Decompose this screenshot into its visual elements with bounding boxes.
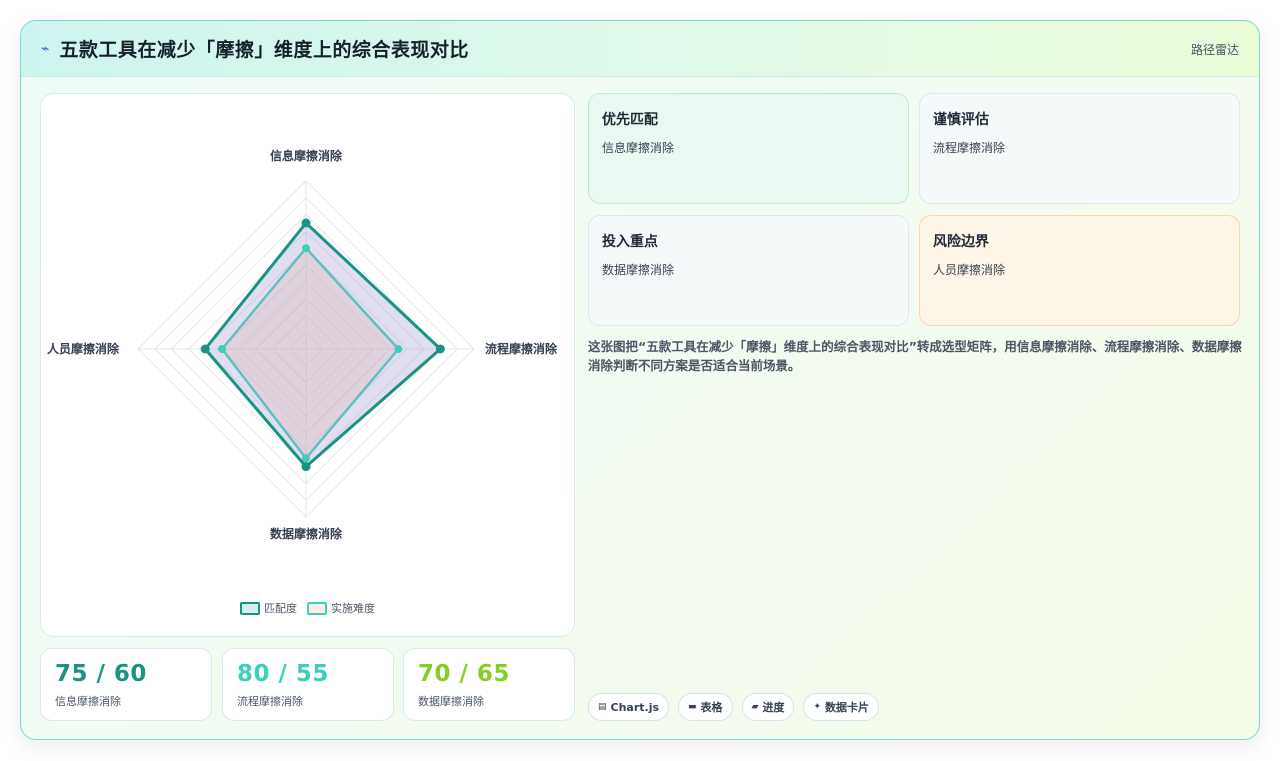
card-cautious-eval: 谨慎评估 流程摩擦消除 bbox=[919, 93, 1240, 204]
header-tag: 路径雷达 bbox=[1190, 43, 1239, 57]
stat-label: 数据摩擦消除 bbox=[418, 695, 484, 708]
card-risk-boundary: 风险边界 人员摩擦消除 bbox=[919, 215, 1240, 326]
radar-chart: 信息摩擦消除流程摩擦消除数据摩擦消除 人员摩擦消除 bbox=[47, 148, 558, 541]
radar-chart-panel: 信息摩擦消除流程摩擦消除数据摩擦消除 人员摩擦消除 匹配度 实施难度 bbox=[40, 93, 575, 637]
chart-icon: ▤ bbox=[598, 702, 607, 712]
chip-table[interactable]: ▬ 表格 bbox=[678, 693, 733, 721]
stat-card-info: 75 / 60 信息摩擦消除 bbox=[40, 648, 212, 721]
description-text: 这张图把“五款工具在减少「摩擦」维度上的综合表现对比”转成选型矩阵，用信息摩擦消… bbox=[588, 339, 1242, 373]
tech-chips: ▤ Chart.js ▬ 表格 ▰ 进度 ✦ 数据卡片 bbox=[588, 693, 880, 721]
series-area-match bbox=[203, 221, 442, 469]
stat-card-data: 70 / 65 数据摩擦消除 bbox=[403, 648, 575, 721]
stat-value: 75 / 60 bbox=[55, 661, 147, 687]
main-card: ⌁ 五款工具在减少「摩擦」维度上的综合表现对比 路径雷达 信息摩擦消除流程摩擦消… bbox=[20, 20, 1260, 740]
legend-swatch-match bbox=[240, 601, 260, 615]
card-priority-match: 优先匹配 信息摩擦消除 bbox=[588, 93, 909, 204]
stat-value: 70 / 65 bbox=[418, 661, 510, 687]
chip-label: Chart.js bbox=[610, 700, 660, 714]
card-title: 优先匹配 bbox=[602, 112, 658, 128]
legend-item-match[interactable]: 匹配度 bbox=[240, 600, 297, 616]
chip-label: 数据卡片 bbox=[825, 701, 870, 714]
page-title: 五款工具在减少「摩擦」维度上的综合表现对比 bbox=[59, 39, 469, 61]
card-desc: 信息摩擦消除 bbox=[602, 141, 675, 155]
sparkle-icon: ✦ bbox=[813, 702, 822, 712]
card-title: 风险边界 bbox=[933, 234, 989, 250]
data-point bbox=[218, 345, 226, 353]
chip-progress[interactable]: ▰ 进度 bbox=[741, 693, 795, 721]
chip-label: 进度 bbox=[762, 701, 785, 714]
data-point bbox=[200, 344, 210, 354]
legend-label-difficulty: 实施难度 bbox=[331, 602, 375, 615]
card-desc: 数据摩擦消除 bbox=[602, 263, 675, 277]
data-point bbox=[435, 344, 445, 354]
data-point bbox=[301, 218, 311, 228]
card-desc: 流程摩擦消除 bbox=[933, 141, 1006, 155]
table-icon: ▬ bbox=[688, 702, 697, 712]
zigzag-icon: ⌁ bbox=[41, 40, 50, 57]
card-investment-focus: 投入重点 数据摩擦消除 bbox=[588, 215, 909, 326]
progress-icon: ▰ bbox=[751, 702, 759, 712]
legend-label-match: 匹配度 bbox=[264, 602, 297, 615]
data-point bbox=[301, 462, 311, 472]
stat-card-process: 80 / 55 流程摩擦消除 bbox=[222, 648, 394, 721]
legend-swatch-difficulty bbox=[307, 601, 327, 615]
stat-label: 信息摩擦消除 bbox=[55, 695, 121, 708]
axis-label: 信息摩擦消除 bbox=[270, 148, 343, 163]
chip-data-card[interactable]: ✦ 数据卡片 bbox=[803, 693, 880, 721]
card-desc: 人员摩擦消除 bbox=[933, 263, 1006, 277]
data-point bbox=[302, 244, 310, 253]
chart-legend: 匹配度 实施难度 bbox=[41, 600, 574, 616]
data-point bbox=[302, 454, 310, 463]
card-title: 投入重点 bbox=[602, 234, 658, 250]
stat-value: 80 / 55 bbox=[237, 661, 329, 687]
legend-item-difficulty[interactable]: 实施难度 bbox=[307, 600, 375, 616]
chip-label: 表格 bbox=[700, 701, 723, 714]
header: ⌁ 五款工具在减少「摩擦」维度上的综合表现对比 路径雷达 bbox=[21, 21, 1259, 77]
axis-label: 数据摩擦消除 bbox=[270, 526, 343, 541]
axis-label: 流程摩擦消除 bbox=[485, 341, 558, 356]
chip-chartjs[interactable]: ▤ Chart.js bbox=[588, 693, 670, 721]
data-point bbox=[394, 345, 403, 353]
card-title: 谨慎评估 bbox=[933, 112, 989, 128]
stat-label: 流程摩擦消除 bbox=[237, 695, 303, 708]
axis-label: 人员摩擦消除 bbox=[47, 341, 120, 356]
